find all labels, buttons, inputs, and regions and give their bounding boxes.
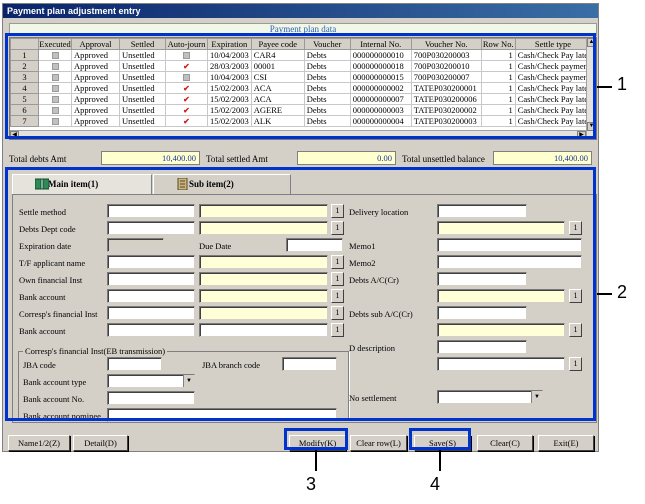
callout-line-1 [597, 86, 612, 88]
callout-highlight-grid [5, 33, 596, 139]
callout-highlight-form [5, 167, 596, 421]
callout-highlight-modify [284, 428, 348, 450]
name12-button[interactable]: Name1/2(Z) [8, 435, 70, 451]
total-unsettled-value: 10,400.00 [493, 151, 592, 165]
exit-button[interactable]: Exit(E) [538, 435, 594, 451]
callout-line-3 [315, 450, 317, 471]
callout-number-2: 2 [617, 282, 628, 302]
total-debts-value: 10,400.00 [101, 151, 200, 165]
callout-number-3: 3 [306, 474, 317, 494]
callout-number-4: 4 [430, 474, 441, 494]
total-settled-value: 0.00 [297, 151, 396, 165]
detail-button[interactable]: Detail(D) [73, 435, 128, 451]
callout-highlight-save [409, 428, 471, 450]
clear-button[interactable]: Clear(C) [477, 435, 533, 451]
clear-row-button[interactable]: Clear row(L) [350, 435, 407, 451]
callout-line-2 [597, 293, 612, 295]
window-title: Payment plan adjustment entry [3, 4, 598, 18]
total-debts-label: Total debts Amt [9, 154, 67, 164]
total-settled-label: Total settled Amt [206, 154, 268, 164]
callout-line-4 [439, 450, 441, 471]
callout-number-1: 1 [617, 74, 628, 94]
total-unsettled-label: Total unsettled balance [402, 154, 485, 164]
